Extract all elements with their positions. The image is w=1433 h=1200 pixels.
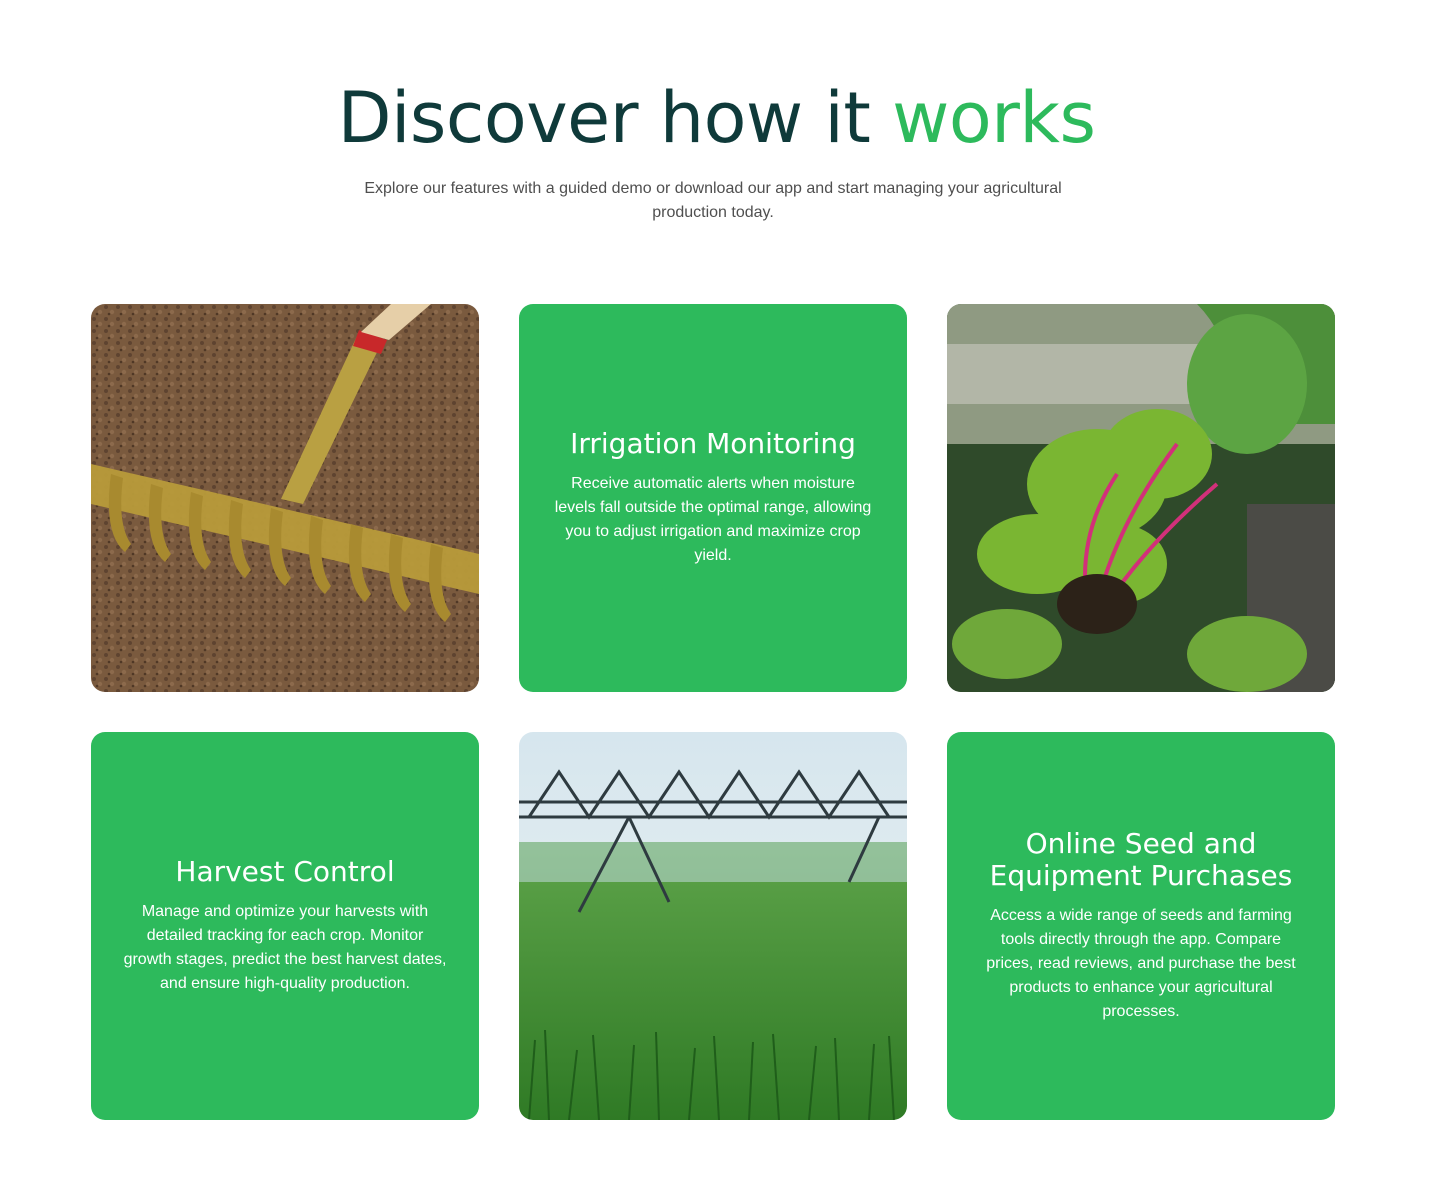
page-subtitle: Explore our features with a guided demo … bbox=[364, 180, 1062, 221]
feature-card-irrigation: Irrigation Monitoring Receive automatic … bbox=[519, 304, 907, 692]
title-accent: works bbox=[892, 77, 1096, 159]
harvest-chard-image bbox=[947, 304, 1335, 692]
feature-card-purchases: Online Seed and Equipment Purchases Acce… bbox=[947, 732, 1335, 1120]
rake-soil-image bbox=[91, 304, 479, 692]
card-title: Online Seed and Equipment Purchases bbox=[989, 827, 1293, 892]
irrigation-field-image bbox=[519, 732, 907, 1120]
card-description: Receive automatic alerts when moisture l… bbox=[554, 475, 872, 564]
card-title: Irrigation Monitoring bbox=[570, 427, 856, 460]
title-main: Discover how it bbox=[337, 77, 893, 159]
page-title: Discover how it works bbox=[0, 78, 1433, 158]
sprinkler-photo-illustration bbox=[519, 732, 907, 1120]
chard-photo-illustration bbox=[947, 304, 1335, 692]
rake-photo-illustration bbox=[91, 304, 479, 692]
card-description: Manage and optimize your harvests with d… bbox=[123, 903, 447, 992]
card-title: Harvest Control bbox=[175, 855, 395, 888]
feature-card-harvest: Harvest Control Manage and optimize your… bbox=[91, 732, 479, 1120]
card-description: Access a wide range of seeds and farming… bbox=[986, 907, 1296, 1020]
